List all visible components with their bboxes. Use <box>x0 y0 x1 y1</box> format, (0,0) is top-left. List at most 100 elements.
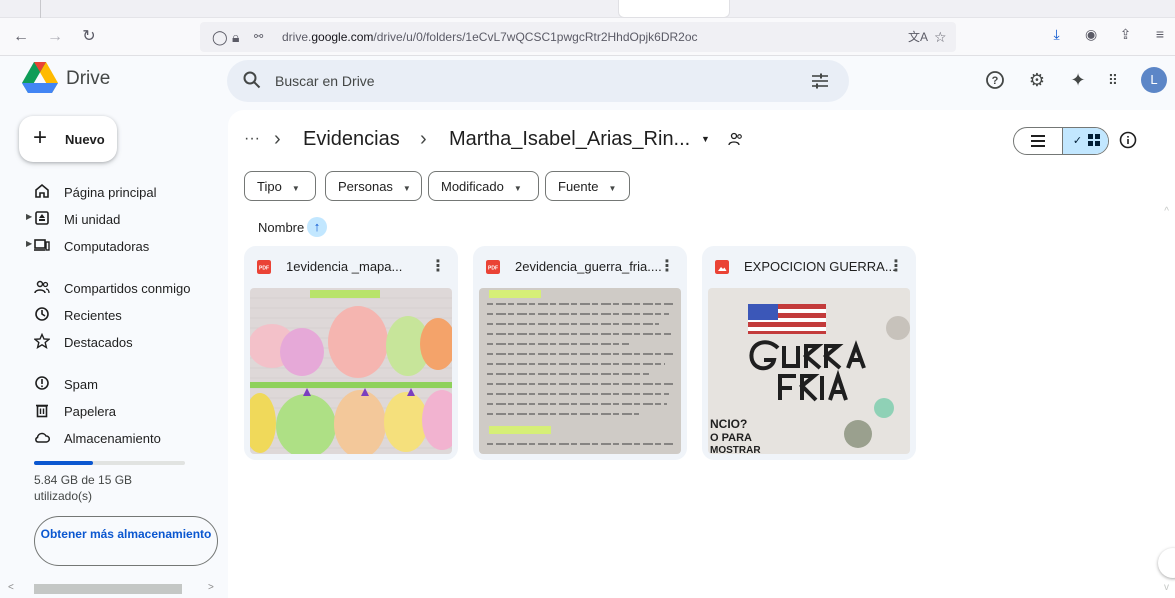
shield-icon[interactable]: ◯ <box>212 27 228 47</box>
sidebar-item-recent[interactable]: Recientes <box>20 302 220 328</box>
forward-arrow-icon[interactable]: → <box>44 26 66 48</box>
search-bar[interactable]: Buscar en Drive <box>227 60 849 102</box>
reload-icon[interactable]: ↻ <box>78 26 100 48</box>
avatar[interactable]: L <box>1141 67 1167 93</box>
scroll-left-arrow-icon[interactable]: < <box>8 582 14 593</box>
url-text[interactable]: drive.google.com/drive/u/0/folders/1eCvL… <box>282 30 698 44</box>
bookmark-star-icon[interactable]: ☆ <box>934 27 947 47</box>
sort-by-name[interactable]: Nombre <box>258 220 304 235</box>
scrollbar-thumb[interactable] <box>34 584 182 594</box>
grid-view-button[interactable]: ✓ <box>1062 128 1108 154</box>
sort-ascending-arrow-icon[interactable]: ↑ <box>307 217 327 237</box>
sidebar-item-spam[interactable]: Spam <box>20 371 220 397</box>
list-icon <box>1031 135 1045 147</box>
share-icon[interactable]: ⇪ <box>1111 26 1141 43</box>
search-options-icon[interactable] <box>811 72 829 90</box>
home-icon <box>35 183 49 198</box>
sidebar-horizontal-scrollbar[interactable]: < > <box>0 580 224 598</box>
sidebar-item-label: Destacados <box>64 335 133 350</box>
breadcrumb-parent-folder[interactable]: Evidencias <box>303 128 400 151</box>
dropdown-arrow-icon: ▼ <box>513 184 522 193</box>
file-thumbnail[interactable]: NCIO? O PARA MOSTRAR <box>708 288 910 454</box>
gemini-sparkle-icon[interactable]: ✦ <box>1066 68 1090 92</box>
list-view-button[interactable] <box>1014 128 1062 154</box>
filter-label: Personas <box>338 179 393 194</box>
svg-text:MOSTRAR: MOSTRAR <box>710 445 761 454</box>
pdf-file-icon: PDF <box>257 260 271 274</box>
sidebar-item-shared-with-me[interactable]: Compartidos conmigo <box>20 275 220 301</box>
info-icon[interactable] <box>1118 130 1138 150</box>
sidebar-item-label: Mi unidad <box>64 212 121 227</box>
help-icon[interactable]: ? <box>983 68 1007 92</box>
sidebar-item-trash[interactable]: Papelera <box>20 398 220 424</box>
get-more-storage-button[interactable]: Obtener más almacenamiento <box>34 516 218 566</box>
filter-label: Fuente <box>558 179 599 194</box>
filter-source[interactable]: Fuente ▼ <box>545 171 630 201</box>
drive-logo[interactable] <box>22 62 58 94</box>
scroll-down-arrow-icon[interactable]: v <box>1164 582 1169 593</box>
my-drive-icon <box>35 211 49 225</box>
download-icon[interactable]: ⤓ <box>1042 26 1072 43</box>
file-thumbnail[interactable] <box>250 288 452 454</box>
more-options-icon[interactable]: ⋮ <box>430 256 446 276</box>
file-card[interactable]: PDF 1evidencia _mapa... ⋮ <box>244 246 458 460</box>
file-name: 2evidencia_guerra_fria.... <box>515 259 662 274</box>
sidebar-item-label: Página principal <box>64 185 157 200</box>
active-browser-tab[interactable] <box>618 0 730 18</box>
browser-extension-icons: ⤓ ◉ ⇪ ≡ <box>1042 26 1175 44</box>
svg-text:?: ? <box>992 75 999 87</box>
back-arrow-icon[interactable]: ← <box>10 26 32 48</box>
settings-gear-icon[interactable]: ⚙ <box>1025 68 1049 92</box>
file-name: EXPOCICION GUERRA... <box>744 259 896 274</box>
svg-text:NCIO?: NCIO? <box>710 417 747 431</box>
breadcrumb-current-folder[interactable]: Martha_Isabel_Arias_Rin... <box>449 128 690 151</box>
expand-arrow-icon[interactable]: ▶ <box>26 212 32 221</box>
plus-icon: + <box>33 124 48 151</box>
sidebar-item-home[interactable]: Página principal <box>20 179 220 205</box>
grid-icon <box>1088 134 1101 146</box>
menu-icon[interactable]: ≡ <box>1145 26 1175 42</box>
account-icon[interactable]: ◉ <box>1076 26 1106 43</box>
view-toggle: ✓ <box>1013 127 1109 155</box>
sidebar-item-label: Spam <box>64 377 98 392</box>
more-options-icon[interactable]: ⋮ <box>659 256 675 276</box>
sidebar-item-starred[interactable]: Destacados <box>20 329 220 355</box>
permissions-icon[interactable]: ⚯ <box>254 27 263 47</box>
filter-type[interactable]: Tipo ▼ <box>244 171 316 201</box>
filter-people[interactable]: Personas ▼ <box>325 171 422 201</box>
lock-icon[interactable]: 🔒︎ <box>232 27 239 47</box>
file-card[interactable]: PDF 2evidencia_guerra_fria.... ⋮ <box>473 246 687 460</box>
file-thumbnail[interactable] <box>479 288 681 454</box>
people-icon <box>34 280 50 294</box>
more-options-icon[interactable]: ⋮ <box>888 256 904 276</box>
brand-name[interactable]: Drive <box>66 68 110 90</box>
sidebar-item-storage[interactable]: Almacenamiento <box>20 425 220 451</box>
search-input[interactable]: Buscar en Drive <box>275 73 375 89</box>
trash-icon <box>36 404 48 418</box>
computer-icon <box>34 239 50 251</box>
browser-toolbar: ← → ↻ ◯ 🔒︎ ⚯ drive.google.com/drive/u/0/… <box>0 18 1175 56</box>
clock-icon <box>35 307 49 321</box>
sidebar-item-computers[interactable]: ▶ Computadoras <box>20 233 220 259</box>
spam-icon <box>35 376 49 390</box>
image-file-icon <box>715 260 729 274</box>
apps-grid-icon[interactable]: ⠿ <box>1101 68 1125 92</box>
filter-modified[interactable]: Modificado ▼ <box>428 171 539 201</box>
svg-text:PDF: PDF <box>259 266 269 272</box>
sidebar-item-label: Papelera <box>64 404 117 419</box>
translate-icon[interactable]: 文A <box>908 27 928 47</box>
folder-dropdown-arrow-icon[interactable]: ▼ <box>701 134 710 144</box>
expand-arrow-icon[interactable]: ▶ <box>26 239 32 248</box>
sidebar-item-my-drive[interactable]: ▶ Mi unidad <box>20 206 220 232</box>
new-button-label: Nuevo <box>65 132 105 147</box>
pdf-file-icon: PDF <box>486 260 500 274</box>
scroll-up-arrow-icon[interactable]: ^ <box>1164 206 1169 217</box>
file-card[interactable]: EXPOCICION GUERRA... ⋮ NCIO? O PARA MOST… <box>702 246 916 460</box>
search-icon[interactable] <box>243 71 261 89</box>
filter-label: Tipo <box>257 179 282 194</box>
url-bar[interactable]: ◯ 🔒︎ ⚯ drive.google.com/drive/u/0/folder… <box>200 22 956 52</box>
breadcrumb-more-button[interactable]: ··· <box>244 130 260 148</box>
scroll-right-arrow-icon[interactable]: > <box>208 582 214 593</box>
new-button[interactable]: + Nuevo <box>19 116 117 162</box>
file-name: 1evidencia _mapa... <box>286 259 403 274</box>
